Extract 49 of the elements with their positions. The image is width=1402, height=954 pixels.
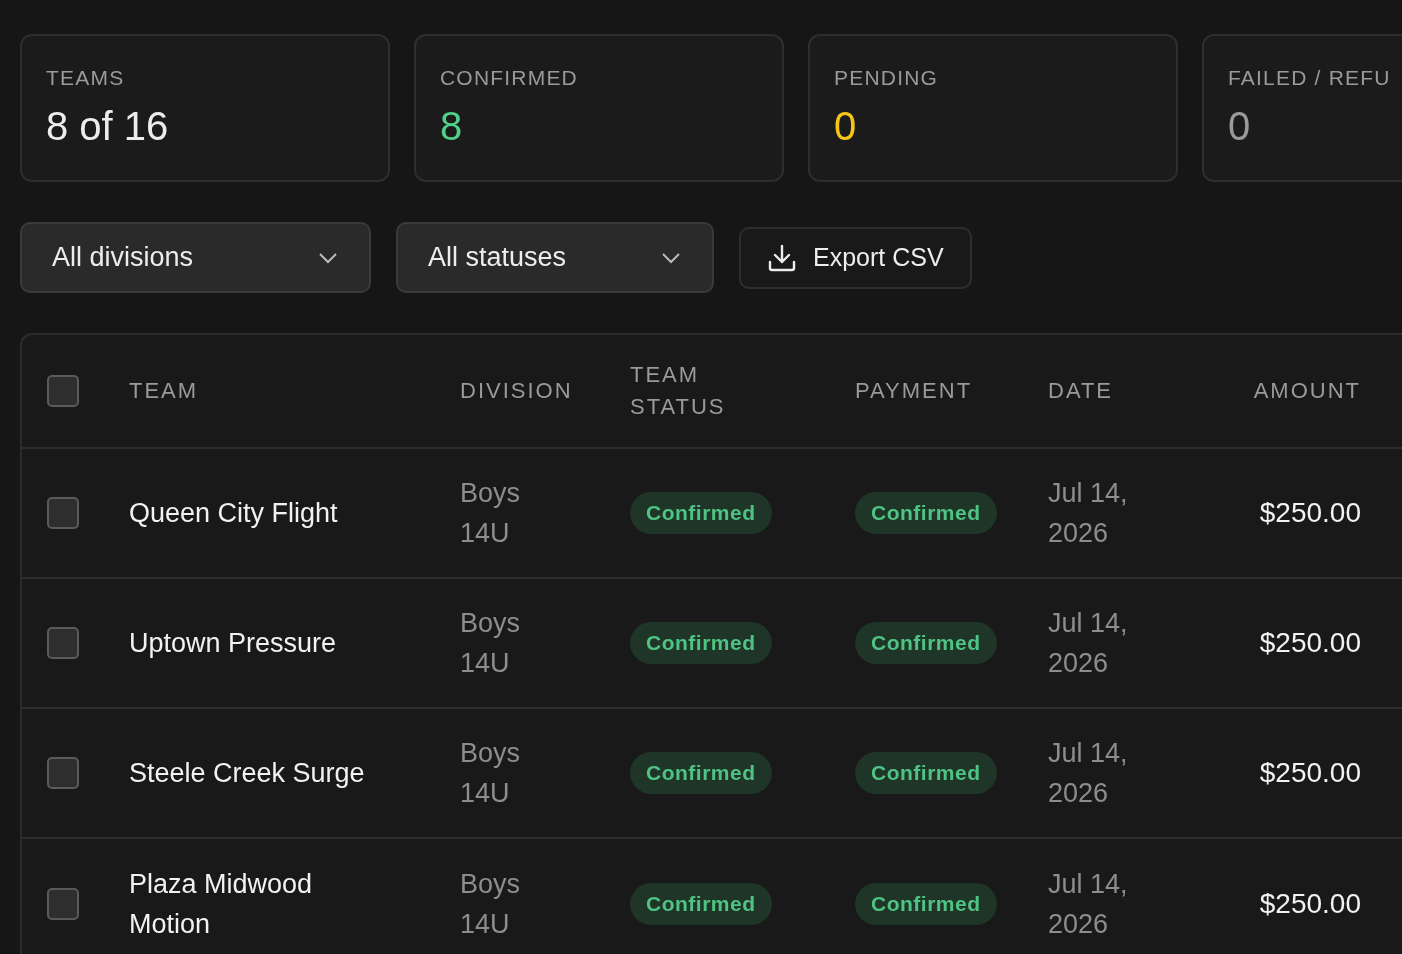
status-badge: Confirmed	[630, 883, 772, 925]
chevron-down-icon	[660, 250, 682, 265]
status-badge: Confirmed	[855, 492, 997, 534]
division-text: Boys 14U	[460, 868, 522, 941]
amount-text: $250.00	[1259, 626, 1361, 660]
row-checkbox[interactable]	[47, 888, 79, 920]
amount-text: $250.00	[1259, 496, 1361, 530]
column-header: DIVISION	[460, 377, 574, 405]
column-header: PAYMENT	[855, 377, 974, 405]
stat-label: TEAMS	[46, 65, 126, 91]
team-name: Queen City Flight	[129, 497, 339, 530]
date-text: Jul 14, 2026	[1048, 607, 1129, 680]
date-text: Jul 14, 2026	[1048, 477, 1129, 550]
date-text: Jul 14, 2026	[1048, 868, 1129, 941]
row-checkbox[interactable]	[47, 627, 79, 659]
status-badge: Confirmed	[630, 752, 772, 794]
division-text: Boys 14U	[460, 477, 522, 550]
stat-value: 0	[1228, 102, 1252, 150]
amount-text: $250.00	[1259, 756, 1361, 790]
stat-label: CONFIRMED	[440, 65, 579, 91]
stat-label: PENDING	[834, 65, 940, 91]
division-text: Boys 14U	[460, 737, 522, 810]
team-name: Uptown Pressure	[129, 627, 338, 660]
select-all-checkbox[interactable]	[47, 375, 79, 407]
filter-dropdown[interactable]: All statuses	[396, 222, 714, 293]
date-text: Jul 14, 2026	[1048, 737, 1129, 810]
column-header: TEAM STATUS	[630, 361, 727, 421]
download-icon	[767, 242, 797, 273]
export-csv-button[interactable]: Export CSV	[739, 226, 972, 289]
row-checkbox[interactable]	[47, 757, 79, 789]
status-badge: Confirmed	[855, 883, 997, 925]
amount-text: $250.00	[1259, 887, 1361, 921]
team-name: Plaza Midwood Motion	[129, 868, 314, 941]
column-header: AMOUNT	[1253, 377, 1361, 405]
stat-label: FAILED / REFU	[1228, 65, 1392, 91]
status-badge: Confirmed	[855, 752, 997, 794]
column-header: DATE	[1048, 377, 1115, 405]
status-badge: Confirmed	[630, 492, 772, 534]
column-header: TEAM	[129, 377, 200, 405]
division-text: Boys 14U	[460, 607, 522, 680]
stat-value: 8	[440, 102, 464, 150]
stat-value: 0	[834, 102, 858, 150]
filter-dropdown[interactable]: All divisions	[20, 222, 371, 293]
row-checkbox[interactable]	[47, 497, 79, 529]
chevron-down-icon	[317, 250, 339, 265]
stat-value: 8 of 16	[46, 102, 170, 150]
status-badge: Confirmed	[855, 622, 997, 664]
status-badge: Confirmed	[630, 622, 772, 664]
team-name: Steele Creek Surge	[129, 757, 366, 790]
